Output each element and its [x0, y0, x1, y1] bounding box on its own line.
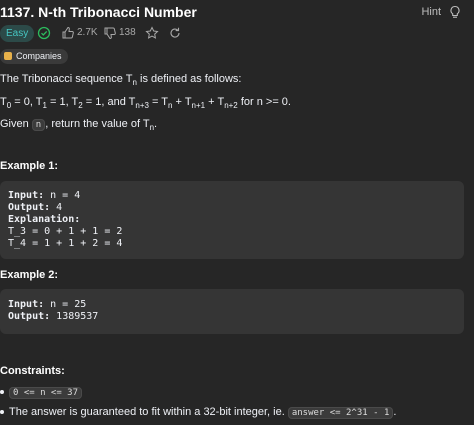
explanation-label: Explanation:: [8, 214, 81, 225]
bullet-dot: [0, 390, 4, 395]
intro-text-end: is defined as follows:: [136, 73, 242, 85]
def-sub: n+2: [224, 101, 238, 111]
input-value: n = 25: [44, 299, 87, 310]
input-value: n = 4: [44, 190, 81, 201]
constraint-item: The answer is guaranteed to fit within a…: [0, 406, 397, 419]
example-2-block: Input: n = 25 Output: 1389537: [0, 289, 464, 334]
output-label: Output:: [8, 311, 51, 322]
def-part: = 1, T: [46, 96, 79, 108]
output-value: 1389537: [50, 311, 99, 322]
thumbs-up-icon[interactable]: [61, 26, 75, 40]
given-text: Given: [0, 118, 32, 130]
intro-text: The Tribonacci sequence T: [0, 73, 133, 85]
example-1-input: Input: n = 4: [8, 190, 80, 202]
def-part: T: [0, 96, 7, 108]
title-row: 1137. N-th Tribonacci Number Hint: [0, 4, 474, 22]
def-sub: n+3: [135, 101, 149, 111]
meta-row: Easy 2.7K 138: [0, 25, 300, 43]
input-label: Input:: [8, 190, 45, 201]
def-part: for n >= 0.: [237, 96, 291, 108]
likes-count: 2.7K: [77, 27, 98, 38]
dislikes-count: 138: [119, 27, 136, 38]
constraint-item: 0 <= n <= 37: [0, 386, 83, 399]
companies-label: Companies: [16, 51, 62, 61]
lock-icon: [4, 52, 12, 60]
intro-paragraph: The Tribonacci sequence Tn is defined as…: [0, 73, 242, 87]
example-1-explanation-line: T_3 = 0 + 1 + 1 = 2: [8, 226, 123, 237]
def-part: = 1, and T: [82, 96, 136, 108]
example-2-output: Output: 1389537: [8, 311, 98, 323]
constraint-text: The answer is guaranteed to fit within a…: [9, 406, 288, 418]
given-paragraph: Given n, return the value of Tn.: [0, 118, 157, 132]
example-1-heading: Example 1:: [0, 160, 59, 172]
inline-code: 0 <= n <= 37: [9, 387, 83, 399]
difficulty-badge: Easy: [0, 25, 35, 42]
given-text: , return the value of T: [45, 118, 150, 130]
hint-button[interactable]: Hint: [421, 6, 441, 18]
input-label: Input:: [8, 299, 45, 310]
example-1-explanation-label: Explanation:: [8, 214, 80, 226]
bullet-dot: [0, 410, 4, 415]
example-2-input: Input: n = 25: [8, 299, 86, 311]
def-part: = 0, T: [11, 96, 43, 108]
definition-paragraph: T0 = 0, T1 = 1, T2 = 1, and Tn+3 = Tn + …: [0, 96, 291, 110]
example-1-output: Output: 4: [8, 202, 62, 214]
example-1-block: Input: n = 4 Output: 4 Explanation: T_3 …: [0, 181, 464, 259]
lightbulb-icon[interactable]: [448, 5, 462, 19]
share-icon[interactable]: [168, 26, 182, 40]
companies-tag[interactable]: Companies: [0, 49, 68, 64]
def-part: + T: [172, 96, 192, 108]
thumbs-down-icon[interactable]: [103, 26, 117, 40]
constraints-heading: Constraints:: [0, 365, 65, 377]
output-label: Output:: [8, 202, 51, 213]
constraint-text-end: .: [393, 406, 397, 418]
example-2-heading: Example 2:: [0, 269, 59, 281]
star-icon[interactable]: [145, 26, 159, 40]
example-1-explanation-line: T_4 = 1 + 1 + 2 = 4: [8, 238, 123, 249]
def-part: + T: [205, 96, 225, 108]
output-value: 4: [50, 202, 63, 213]
problem-title: 1137. N-th Tribonacci Number: [0, 4, 197, 20]
check-circle-icon: [37, 26, 51, 40]
inline-code: answer <= 2^31 - 1: [287, 407, 394, 419]
inline-code: n: [31, 119, 46, 131]
given-text-end: .: [154, 118, 158, 130]
def-part: = T: [148, 96, 169, 108]
def-sub: n+1: [191, 101, 206, 111]
